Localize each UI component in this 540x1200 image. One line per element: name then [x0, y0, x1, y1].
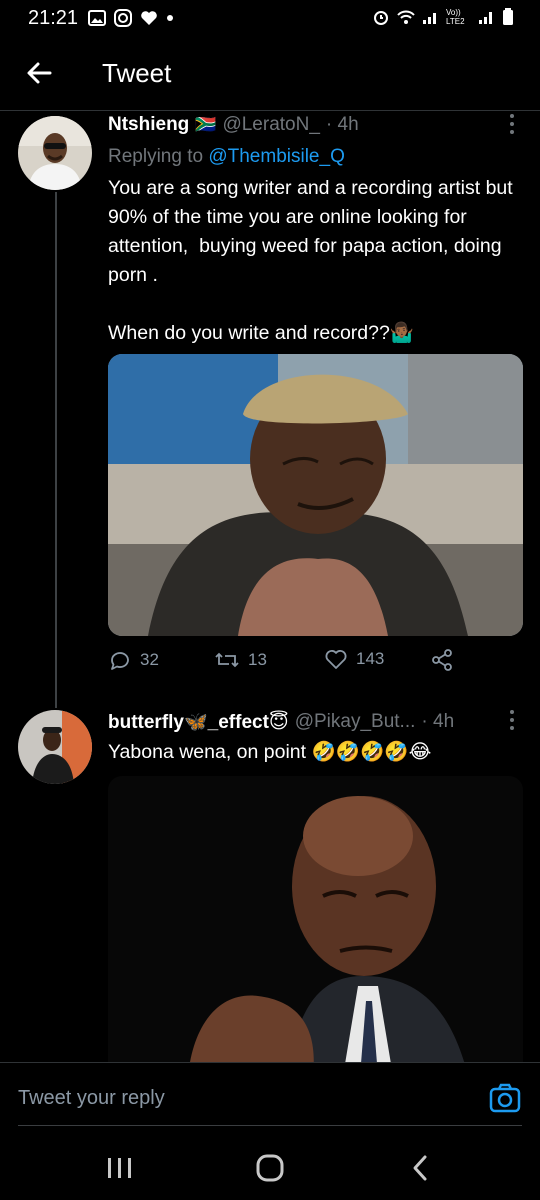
share-icon — [432, 649, 452, 671]
tweet-media-image[interactable] — [108, 354, 523, 636]
like-count: 143 — [356, 649, 385, 668]
like-heart-icon — [325, 650, 347, 669]
back-arrow-icon[interactable] — [22, 55, 58, 91]
reply-author-handle[interactable]: @Pikay_But... — [295, 711, 416, 733]
status-time: 21:21 — [28, 7, 79, 29]
recent-apps-icon[interactable] — [100, 1152, 140, 1184]
retweet-count: 13 — [248, 650, 267, 669]
alarm-icon — [374, 11, 388, 25]
page-title: Tweet — [102, 58, 172, 88]
battery-icon — [503, 8, 513, 25]
signal-icon — [423, 13, 436, 24]
reply-meta: butterfly🦋_effect😇 @Pikay_But... · 4h — [108, 710, 454, 734]
reply-composer: Tweet your reply — [0, 1062, 540, 1127]
signal-icon-2 — [479, 12, 492, 24]
tweet-time: · 4h — [325, 114, 359, 135]
network-label: Vo)) LTE2 — [446, 8, 465, 26]
reply-author-name[interactable]: butterfly🦋_effect😇 — [108, 710, 289, 734]
flag-emoji: 🇿🇦 — [195, 115, 217, 134]
reply-input[interactable]: Tweet your reply — [18, 1087, 165, 1110]
replying-to-mention[interactable]: @Thembisile_Q — [208, 146, 345, 167]
replying-to-prefix: Replying to — [108, 146, 204, 167]
share-action[interactable] — [430, 648, 454, 672]
instagram-icon — [114, 9, 132, 27]
status-bar: 21:21 Vo)) LTE2 — [0, 0, 540, 36]
app-header: Tweet — [0, 36, 540, 111]
reply-action[interactable]: 32 — [108, 648, 159, 672]
reply-more-options-icon[interactable] — [506, 708, 518, 732]
retweet-action[interactable]: 13 — [214, 648, 267, 672]
home-icon[interactable] — [250, 1152, 290, 1184]
heart-icon — [141, 11, 157, 25]
status-right-icons: Vo)) LTE2 — [372, 8, 514, 26]
thread-connector-line — [55, 192, 57, 708]
back-nav-icon[interactable] — [400, 1152, 440, 1184]
tweet-meta: Ntshieng 🇿🇦 @LeratoN_ · 4h — [108, 114, 359, 136]
reply-count: 32 — [140, 650, 159, 669]
camera-icon[interactable] — [488, 1081, 522, 1115]
gallery-icon — [88, 10, 106, 26]
avatar-butterfly-effect[interactable] — [18, 710, 92, 784]
wifi-icon — [397, 10, 415, 24]
reply-body: Yabona wena, on point 🤣🤣🤣🤣😂 — [108, 741, 432, 763]
retweet-icon — [215, 652, 239, 668]
more-options-icon[interactable] — [506, 112, 518, 136]
tweet-actions: 32 13 143 — [108, 648, 518, 682]
like-action[interactable]: 143 — [324, 648, 384, 670]
reply-icon — [111, 652, 129, 670]
tweet-body: You are a song writer and a recording ar… — [108, 177, 513, 344]
author-handle[interactable]: @LeratoN_ — [222, 114, 319, 136]
avatar-ntshieng[interactable] — [18, 116, 92, 190]
reply-input-underline — [18, 1125, 522, 1126]
reply-time: · 4h — [421, 711, 455, 732]
author-name[interactable]: Ntshieng — [108, 114, 189, 136]
status-left-icons — [88, 9, 174, 27]
dot-icon — [167, 15, 173, 21]
reply-media-image[interactable] — [108, 776, 523, 1076]
system-nav-bar — [0, 1128, 540, 1200]
replying-to-line: Replying to @Thembisile_Q — [108, 146, 345, 168]
